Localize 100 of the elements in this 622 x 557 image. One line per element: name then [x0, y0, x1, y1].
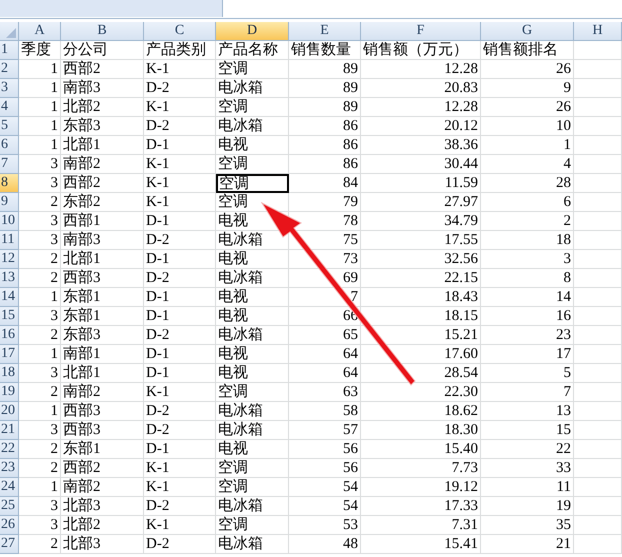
row-header[interactable]: 1 — [0, 41, 19, 60]
table-cell: 空调 — [216, 174, 289, 193]
table-cell: K-1 — [144, 459, 216, 478]
table-cell: D-2 — [144, 231, 216, 250]
table-cell: 2 — [19, 269, 61, 288]
column-header[interactable]: C — [144, 22, 216, 41]
table-cell: 3 — [19, 497, 61, 516]
column-header[interactable]: B — [61, 22, 144, 41]
table-cell: 57 — [289, 421, 361, 440]
row-header[interactable]: 17 — [0, 345, 19, 364]
column-header[interactable]: H — [574, 22, 622, 41]
row-header[interactable]: 14 — [0, 288, 19, 307]
table-cell: D-2 — [144, 497, 216, 516]
table-cell: 27.97 — [361, 193, 481, 212]
table-cell: 89 — [289, 60, 361, 79]
table-cell — [574, 155, 622, 174]
table-cell: 3 — [19, 155, 61, 174]
row-header[interactable]: 25 — [0, 497, 19, 516]
table-cell: 56 — [289, 440, 361, 459]
name-box[interactable] — [0, 0, 223, 17]
row-header[interactable]: 24 — [0, 478, 19, 497]
table-cell — [574, 212, 622, 231]
table-cell: 2 — [19, 383, 61, 402]
table-cell — [574, 459, 622, 478]
row-header[interactable]: 11 — [0, 231, 19, 250]
table-cell — [574, 497, 622, 516]
table-cell: 17 — [481, 345, 574, 364]
table-cell: 1 — [19, 402, 61, 421]
table-cell: 2 — [19, 326, 61, 345]
table-cell: 3 — [481, 250, 574, 269]
table-cell: 南部3 — [61, 231, 144, 250]
select-all-corner[interactable] — [0, 22, 19, 41]
table-cell: 电视 — [216, 288, 289, 307]
table-cell — [574, 402, 622, 421]
table-cell — [574, 421, 622, 440]
column-header[interactable]: F — [361, 22, 481, 41]
table-cell: 17.55 — [361, 231, 481, 250]
row-header[interactable]: 15 — [0, 307, 19, 326]
table-cell: K-1 — [144, 516, 216, 535]
table-cell: 86 — [289, 155, 361, 174]
table-cell: 2 — [19, 193, 61, 212]
table-cell — [574, 440, 622, 459]
table-cell: D-2 — [144, 117, 216, 136]
table-cell — [574, 60, 622, 79]
row-header[interactable]: 19 — [0, 383, 19, 402]
table-cell: 南部2 — [61, 478, 144, 497]
table-cell: K-1 — [144, 478, 216, 497]
row-header[interactable]: 18 — [0, 364, 19, 383]
table-cell — [574, 250, 622, 269]
table-cell: D-1 — [144, 364, 216, 383]
table-cell: 34.79 — [361, 212, 481, 231]
table-cell: 1 — [19, 288, 61, 307]
table-cell: D-2 — [144, 269, 216, 288]
table-cell — [574, 288, 622, 307]
row-header[interactable]: 3 — [0, 79, 19, 98]
row-header[interactable]: 8 — [0, 174, 19, 193]
table-cell: D-1 — [144, 345, 216, 364]
table-cell: 电冰箱 — [216, 421, 289, 440]
table-cell: 东部1 — [61, 307, 144, 326]
column-header[interactable]: D — [216, 22, 289, 41]
table-cell: 2 — [19, 440, 61, 459]
row-header[interactable]: 2 — [0, 60, 19, 79]
table-cell: K-1 — [144, 155, 216, 174]
row-header[interactable]: 22 — [0, 440, 19, 459]
table-cell: 15 — [481, 421, 574, 440]
row-header[interactable]: 26 — [0, 516, 19, 535]
row-header[interactable]: 27 — [0, 535, 19, 554]
table-cell: 14 — [481, 288, 574, 307]
table-cell: 东部3 — [61, 326, 144, 345]
table-cell: 1 — [19, 345, 61, 364]
row-header[interactable]: 5 — [0, 117, 19, 136]
row-header[interactable]: 16 — [0, 326, 19, 345]
table-cell: 产品名称 — [216, 41, 289, 60]
row-header[interactable]: 21 — [0, 421, 19, 440]
table-cell: 电冰箱 — [216, 402, 289, 421]
column-header[interactable]: A — [19, 22, 61, 41]
row-header[interactable]: 6 — [0, 136, 19, 155]
table-cell: 22.15 — [361, 269, 481, 288]
table-cell: 20.83 — [361, 79, 481, 98]
table-cell: 58 — [289, 402, 361, 421]
row-header[interactable]: 10 — [0, 212, 19, 231]
column-header[interactable]: E — [289, 22, 361, 41]
table-cell: 11 — [481, 478, 574, 497]
column-header[interactable]: G — [481, 22, 574, 41]
table-cell: 1 — [19, 117, 61, 136]
table-cell: 电冰箱 — [216, 269, 289, 288]
row-header[interactable]: 20 — [0, 402, 19, 421]
row-header[interactable]: 4 — [0, 98, 19, 117]
row-header[interactable]: 23 — [0, 459, 19, 478]
row-header[interactable]: 12 — [0, 250, 19, 269]
row-header[interactable]: 13 — [0, 269, 19, 288]
table-cell: 3 — [19, 516, 61, 535]
table-cell: 64 — [289, 364, 361, 383]
table-cell — [574, 136, 622, 155]
table-cell: 西部3 — [61, 402, 144, 421]
table-cell — [574, 41, 622, 60]
table-cell: D-2 — [144, 535, 216, 554]
row-header[interactable]: 7 — [0, 155, 19, 174]
table-cell: 48 — [289, 535, 361, 554]
row-header[interactable]: 9 — [0, 193, 19, 212]
